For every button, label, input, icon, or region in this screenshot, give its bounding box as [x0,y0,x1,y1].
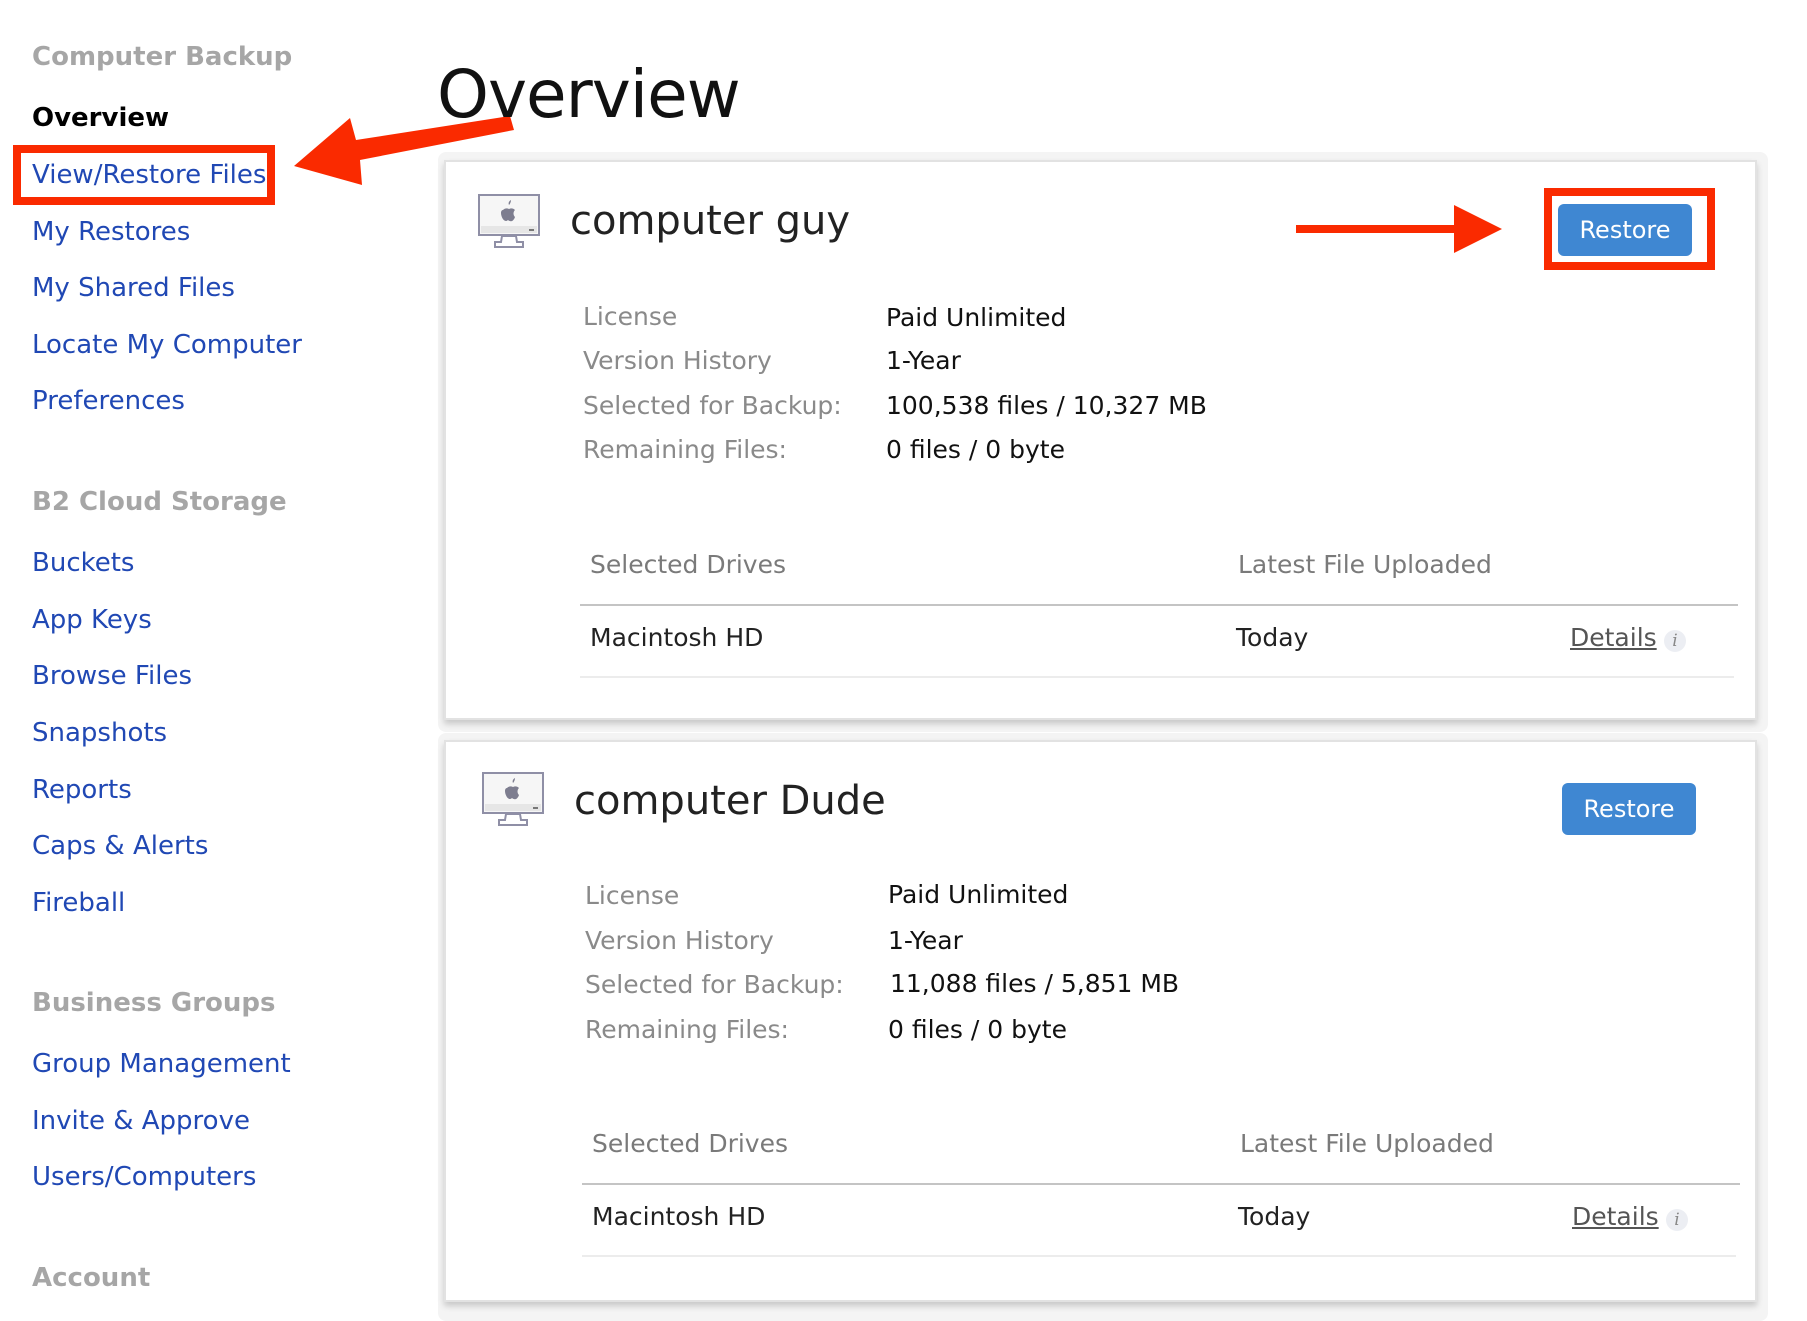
info-value-selected-for-backup: 11,088 files / 5,851 MB [890,969,1180,998]
sidebar-item-buckets[interactable]: Buckets [32,548,134,578]
sidebar-heading-account[interactable]: Account [32,1263,150,1293]
annotation-highlight-restore [1544,188,1715,270]
column-header-selected-drives: Selected Drives [590,550,786,579]
table-row-divider [582,1255,1736,1257]
column-header-latest-file-uploaded: Latest File Uploaded [1238,550,1492,579]
sidebar-item-app-keys[interactable]: App Keys [32,605,152,635]
restore-button[interactable]: Restore [1562,783,1696,835]
info-icon[interactable]: i [1666,1209,1688,1231]
table-header-divider [580,604,1738,606]
column-header-selected-drives: Selected Drives [592,1129,788,1158]
imac-icon [478,194,540,248]
table-header-divider [582,1183,1740,1185]
page-title: Overview [437,56,741,134]
drive-name: Macintosh HD [590,623,764,652]
sidebar-item-invite-approve[interactable]: Invite & Approve [32,1106,250,1136]
table-row-divider [580,676,1734,678]
sidebar-item-browse-files[interactable]: Browse Files [32,661,192,691]
sidebar-item-group-management[interactable]: Group Management [32,1049,291,1079]
sidebar-item-my-shared-files[interactable]: My Shared Files [32,273,235,303]
info-label-version-history: Version History [585,926,774,955]
drive-name: Macintosh HD [592,1202,766,1231]
info-value-selected-for-backup: 100,538 files / 10,327 MB [886,391,1207,420]
red-arrow-icon [1296,205,1502,253]
computer-name: computer Dude [574,778,886,824]
sidebar-heading-business-groups: Business Groups [32,988,276,1018]
sidebar-item-reports[interactable]: Reports [32,775,132,805]
sidebar-item-my-restores[interactable]: My Restores [32,217,190,247]
latest-upload: Today [1238,1202,1311,1231]
sidebar-item-overview[interactable]: Overview [32,103,169,133]
computer-card: computer Dude Restore License Paid Unlim… [444,740,1757,1302]
sidebar-item-preferences[interactable]: Preferences [32,386,185,416]
info-label-remaining-files: Remaining Files: [583,435,787,464]
info-label-license: License [583,302,678,331]
info-label-selected-for-backup: Selected for Backup: [585,970,844,999]
sidebar-item-locate-my-computer[interactable]: Locate My Computer [32,330,302,360]
computer-name: computer guy [570,198,851,244]
info-value-remaining-files: 0 files / 0 byte [886,435,1065,464]
sidebar-heading-b2-cloud-storage: B2 Cloud Storage [32,487,287,517]
info-label-version-history: Version History [583,346,772,375]
annotation-highlight-view-restore [13,145,275,205]
details-link[interactable]: Details [1570,623,1657,652]
info-value-license: Paid Unlimited [888,880,1069,909]
sidebar-item-fireball[interactable]: Fireball [32,888,125,918]
info-value-version-history: 1-Year [888,926,963,955]
info-icon[interactable]: i [1664,630,1686,652]
sidebar-item-users-computers[interactable]: Users/Computers [32,1162,256,1192]
sidebar-item-caps-alerts[interactable]: Caps & Alerts [32,831,208,861]
info-label-license: License [585,881,680,910]
info-value-remaining-files: 0 files / 0 byte [888,1015,1067,1044]
info-label-remaining-files: Remaining Files: [585,1015,789,1044]
sidebar-item-snapshots[interactable]: Snapshots [32,718,167,748]
info-value-version-history: 1-Year [886,346,961,375]
info-label-selected-for-backup: Selected for Backup: [583,391,842,420]
sidebar-heading-computer-backup: Computer Backup [32,42,293,72]
column-header-latest-file-uploaded: Latest File Uploaded [1240,1129,1494,1158]
latest-upload: Today [1236,623,1309,652]
imac-icon [482,772,544,826]
info-value-license: Paid Unlimited [886,303,1067,332]
details-link[interactable]: Details [1572,1202,1659,1231]
